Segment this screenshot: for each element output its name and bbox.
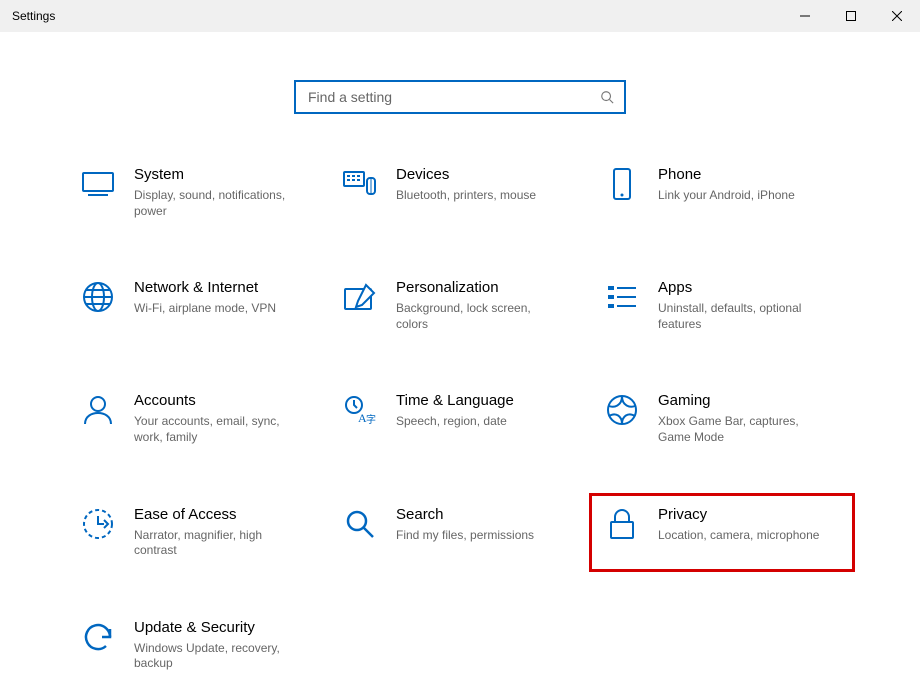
tile-label: Phone [658,166,840,184]
titlebar: Settings [0,0,920,32]
tile-label: Accounts [134,392,316,410]
tile-desc: Uninstall, defaults, optional features [658,301,828,332]
tile-desc: Wi-Fi, airplane mode, VPN [134,301,304,317]
tile-desc: Location, camera, microphone [658,528,828,544]
ease-of-access-icon [80,506,116,542]
apps-icon [604,279,640,315]
tile-personalization[interactable]: Personalization Background, lock screen,… [336,275,584,336]
tile-desc: Find my files, permissions [396,528,566,544]
tile-desc: Windows Update, recovery, backup [134,641,304,672]
close-icon [892,11,902,21]
tile-desc: Background, lock screen, colors [396,301,566,332]
tile-desc: Your accounts, email, sync, work, family [134,414,304,445]
update-icon [80,619,116,655]
tile-label: Devices [396,166,578,184]
tile-label: Gaming [658,392,840,410]
maximize-icon [846,11,856,21]
tile-apps[interactable]: Apps Uninstall, defaults, optional featu… [598,275,846,336]
tile-label: Network & Internet [134,279,316,297]
settings-grid: System Display, sound, notifications, po… [0,162,920,676]
globe-icon [80,279,116,315]
tile-label: Privacy [658,506,840,524]
gaming-icon [604,392,640,428]
svg-text:字: 字 [366,413,376,425]
accounts-icon [80,392,116,428]
tile-label: Update & Security [134,619,316,637]
tile-desc: Speech, region, date [396,414,566,430]
minimize-button[interactable] [782,0,828,32]
search-input[interactable] [306,88,600,106]
search-icon [600,90,614,104]
tile-desc: Display, sound, notifications, power [134,188,304,219]
tile-label: Time & Language [396,392,578,410]
tile-time-language[interactable]: A字 Time & Language Speech, region, date [336,388,584,449]
searchbar-container [0,80,920,114]
tile-desc: Narrator, magnifier, high contrast [134,528,304,559]
tile-search[interactable]: Search Find my files, permissions [336,502,584,563]
tile-system[interactable]: System Display, sound, notifications, po… [74,162,322,223]
tile-label: System [134,166,316,184]
tile-phone[interactable]: Phone Link your Android, iPhone [598,162,846,223]
tile-privacy[interactable]: Privacy Location, camera, microphone [598,502,846,563]
personalization-icon [342,279,378,315]
close-button[interactable] [874,0,920,32]
devices-icon [342,166,378,202]
tile-devices[interactable]: Devices Bluetooth, printers, mouse [336,162,584,223]
maximize-button[interactable] [828,0,874,32]
tile-label: Search [396,506,578,524]
tile-update-security[interactable]: Update & Security Windows Update, recove… [74,615,322,676]
tile-gaming[interactable]: Gaming Xbox Game Bar, captures, Game Mod… [598,388,846,449]
minimize-icon [800,11,810,21]
tile-desc: Bluetooth, printers, mouse [396,188,566,204]
system-icon [80,166,116,202]
tile-label: Personalization [396,279,578,297]
time-language-icon: A字 [342,392,378,428]
lock-icon [604,506,640,542]
window-title: Settings [12,9,55,23]
tile-network[interactable]: Network & Internet Wi-Fi, airplane mode,… [74,275,322,336]
tile-label: Apps [658,279,840,297]
tile-desc: Link your Android, iPhone [658,188,828,204]
tile-ease-of-access[interactable]: Ease of Access Narrator, magnifier, high… [74,502,322,563]
tile-desc: Xbox Game Bar, captures, Game Mode [658,414,828,445]
searchbar[interactable] [294,80,626,114]
tile-accounts[interactable]: Accounts Your accounts, email, sync, wor… [74,388,322,449]
window-controls [782,0,920,32]
search-tile-icon [342,506,378,542]
phone-icon [604,166,640,202]
tile-label: Ease of Access [134,506,316,524]
